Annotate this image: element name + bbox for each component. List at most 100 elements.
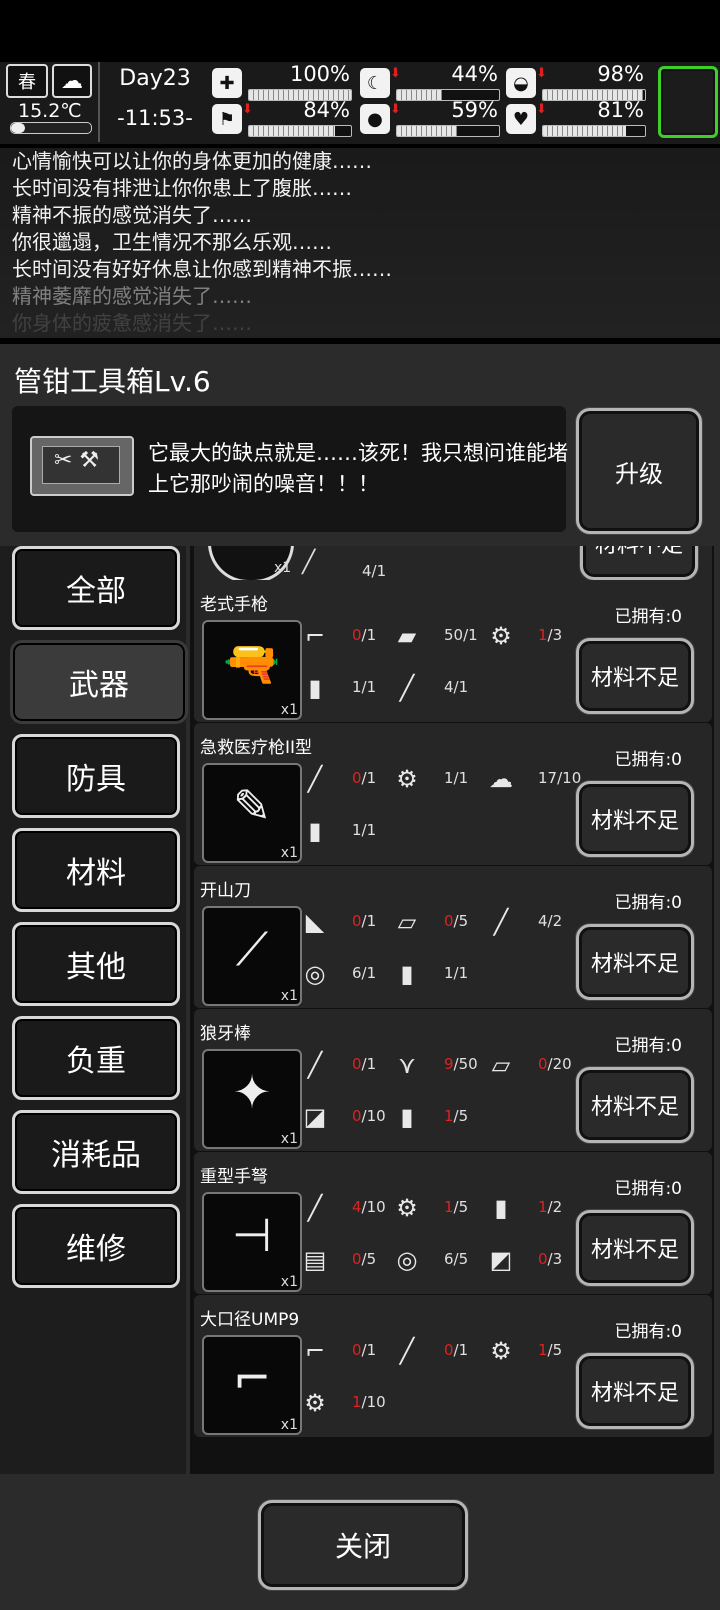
material-slot: ◎ 6/1 xyxy=(298,956,388,992)
material-count: 0/10 xyxy=(352,1107,386,1125)
category-tab-4[interactable]: 其他 xyxy=(12,922,180,1006)
craft-button[interactable]: 材料不足 xyxy=(576,638,694,714)
material-count: 6/1 xyxy=(352,964,377,982)
rifle-parts-icon: ⌐ xyxy=(304,1337,326,1365)
material-count: 4/1 xyxy=(444,678,469,696)
syringe-icon: ╱ xyxy=(307,765,323,793)
recipe-name: 狼牙棒 xyxy=(200,1024,251,1044)
material-count: 1/1 xyxy=(444,769,469,787)
heart-icon: ♥ xyxy=(506,104,536,134)
material-slot: ▰ 50/1 xyxy=(390,618,480,654)
craft-button[interactable]: 材料不足 xyxy=(580,546,698,580)
material-count: 1/5 xyxy=(444,1107,469,1125)
stat-value: 81% xyxy=(597,98,644,122)
close-button[interactable]: 关闭 xyxy=(258,1500,468,1590)
recipe-card[interactable]: 狼牙棒 ✦ x1 已拥有:0 材料不足 ╱ 0/1 ⋎ 9/50 ▱ 0/20 ◪ 0/10 ▮ 1/5 xyxy=(194,1009,712,1151)
category-tab-5[interactable]: 负重 xyxy=(12,1016,180,1100)
day-counter: Day23 xyxy=(119,66,191,91)
metal-sheet-icon: ▱ xyxy=(491,1051,511,1079)
material-count: 0/1 xyxy=(444,1341,469,1359)
category-tab-1[interactable]: 武器 xyxy=(10,640,188,724)
pipe-icon: ╱ xyxy=(307,1194,323,1222)
stat-bar xyxy=(248,125,352,137)
material-slot: ╱ 4/10 xyxy=(298,1190,388,1226)
owned-count: 已拥有:0 xyxy=(614,1179,682,1199)
blade-part-icon: ◣ xyxy=(305,908,325,936)
season-badge: 春 xyxy=(6,64,48,98)
material-slot: ⋎ 9/50 xyxy=(390,1047,480,1083)
stat-bar xyxy=(396,125,500,137)
stat-value: 44% xyxy=(451,62,498,86)
material-slot: ╱ 4/2 xyxy=(484,904,574,940)
jerrycan-icon: ▮ xyxy=(308,817,322,845)
upgrade-button[interactable]: 升级 xyxy=(576,408,702,534)
material-slot: ╱ 4/1 xyxy=(390,670,480,706)
material-count: 0/1 xyxy=(352,626,377,644)
recipe-card[interactable]: 大口径UMP9 ⌐ x1 已拥有:0 材料不足 ⌐ 0/1 ╱ 0/1 ⚙ 1/5 ⚙ 1/10 xyxy=(194,1295,712,1437)
recipe-card[interactable]: 老式手枪 🔫 x1 已拥有:0 材料不足 ⌐ 0/1 ▰ 50/1 ⚙ 1/3 ▮ 1/1 ╱ 4/1 xyxy=(194,580,712,722)
material-slot: ▤ 0/5 xyxy=(298,1242,388,1278)
material-count: 1/1 xyxy=(444,964,469,982)
recipe-card[interactable]: 开山刀 ⟋ x1 已拥有:0 材料不足 ◣ 0/1 ▱ 0/5 ╱ 4/2 ◎ 6/1 ▮ 1/1 xyxy=(194,866,712,1008)
material-count: 1/10 xyxy=(352,1393,386,1411)
material-slot: ⚙ 1/1 xyxy=(390,761,480,797)
category-tab-7[interactable]: 维修 xyxy=(12,1204,180,1288)
material-slot: ╱ 0/1 xyxy=(298,1047,388,1083)
material-count: 50/1 xyxy=(444,626,478,644)
craft-button[interactable]: 材料不足 xyxy=(576,1210,694,1286)
stat-value: 59% xyxy=(451,98,498,122)
craft-button[interactable]: 材料不足 xyxy=(576,1067,694,1143)
category-tab-0[interactable]: 全部 xyxy=(12,546,180,630)
thermometer: 15.2℃ xyxy=(10,98,92,138)
stat-value: 84% xyxy=(303,98,350,122)
material-slot: ▮ 1/2 xyxy=(484,1190,574,1226)
category-tab-2[interactable]: 防具 xyxy=(12,734,180,818)
recipe-name: 大口径UMP9 xyxy=(200,1310,300,1330)
stat-boot: ⚑ ⬇ 84% xyxy=(212,98,352,142)
craft-button[interactable]: 材料不足 xyxy=(576,1353,694,1429)
material-count: 0/1 xyxy=(352,912,377,930)
log-line: 精神不振的感觉消失了…… xyxy=(12,203,252,227)
jerrycan-icon: ▮ xyxy=(400,960,414,988)
stat-water-drop: ● ⬇ 59% xyxy=(360,98,500,142)
material-count: 0/5 xyxy=(444,912,469,930)
message-log: 心情愉快可以让你的身体更加的健康…… 长时间没有排泄让你你患上了腹胀…… 精神不振的… xyxy=(0,148,720,338)
recipe-name: 急救医疗枪II型 xyxy=(200,738,313,758)
gold-gear-icon: ⚙ xyxy=(490,1337,512,1365)
material-slot: ◣ 0/1 xyxy=(298,904,388,940)
equipped-slot[interactable] xyxy=(658,66,718,138)
category-tab-3[interactable]: 材料 xyxy=(12,828,180,912)
craft-button[interactable]: 材料不足 xyxy=(576,781,694,857)
category-tab-6[interactable]: 消耗品 xyxy=(12,1110,180,1194)
scrap-metal-icon: ◪ xyxy=(303,1103,327,1131)
owned-count: 已拥有:0 xyxy=(614,1036,682,1056)
material-count: 4/1 xyxy=(362,562,387,580)
log-line: 你很邋遢，卫生情况不那么乐观…… xyxy=(12,230,332,254)
recipe-list[interactable]: x1 ╱ 4/1 材料不足 老式手枪🔫x1已拥有:0材料不足⌐0/1▰50/1⚙… xyxy=(190,546,714,1474)
material-slot: ◎ 6/5 xyxy=(390,1242,480,1278)
material-slot: ╱ 0/1 xyxy=(390,1333,480,1369)
boot-icon: ⚑ xyxy=(212,104,242,134)
stat-value: 98% xyxy=(597,62,644,86)
material-slot: ⌐ 0/1 xyxy=(298,618,388,654)
barrel-icon: ╱ xyxy=(399,1337,415,1365)
recipe-card[interactable]: 重型手弩 ⊣ x1 已拥有:0 材料不足 ╱ 4/10 ⚙ 1/5 ▮ 1/2 ▤ 0/5 ◎ 6/5 ◩ 0/… xyxy=(194,1152,712,1294)
leather-icon: ◩ xyxy=(489,1246,513,1274)
log-line: 长时间没有好好休息让你感到精神不振…… xyxy=(12,257,392,281)
temperature-readout: 15.2℃ xyxy=(18,100,82,122)
material-slot: ▮ 1/1 xyxy=(390,956,480,992)
material-count: 1/1 xyxy=(352,678,377,696)
pipe-icon: ╱ xyxy=(302,550,316,575)
recipe-name: 重型手弩 xyxy=(200,1167,268,1187)
material-count: 1/5 xyxy=(538,1341,563,1359)
material-slot: ▮ 1/5 xyxy=(390,1099,480,1135)
log-line: 长时间没有排泄让你你患上了腹胀…… xyxy=(12,176,352,200)
material-slot: ⚙ 1/10 xyxy=(298,1385,388,1421)
recipe-card[interactable]: 急救医疗枪II型 ✎ x1 已拥有:0 材料不足 ╱ 0/1 ⚙ 1/1 ☁ 17/10 ▮ 1/1 xyxy=(194,723,712,865)
craft-button[interactable]: 材料不足 xyxy=(576,924,694,1000)
material-count: 6/5 xyxy=(444,1250,469,1268)
stat-bar xyxy=(542,125,646,137)
material-slot: ☁ 17/10 xyxy=(484,761,581,797)
material-count: 4/2 xyxy=(538,912,563,930)
log-line: 精神萎靡的感觉消失了…… xyxy=(12,284,252,308)
